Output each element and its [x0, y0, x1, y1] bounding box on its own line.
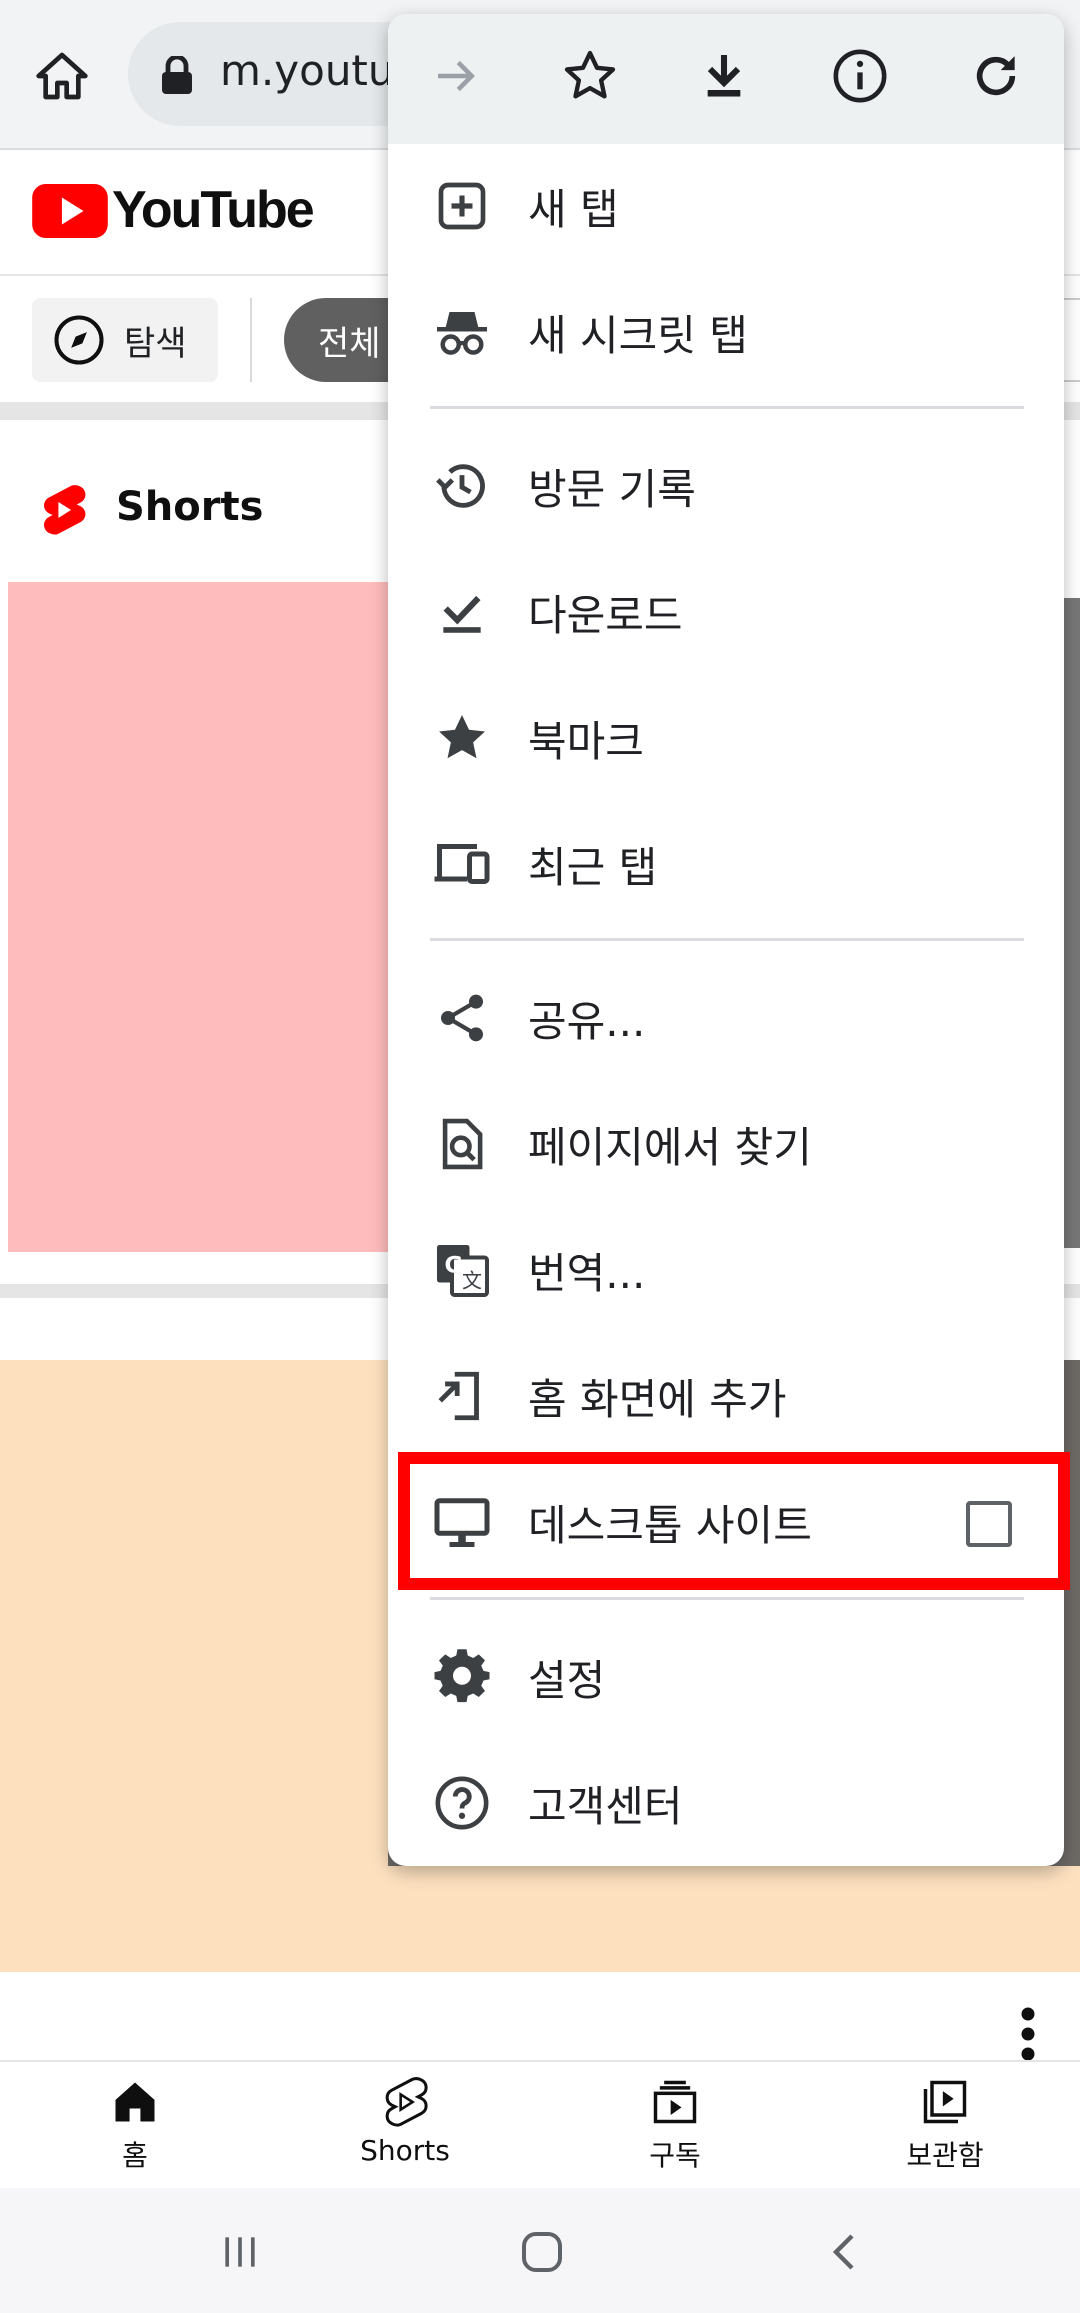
menu-label: 번역... — [528, 1248, 646, 1298]
youtube-logo-text[interactable]: YouTube — [112, 180, 315, 240]
menu-label: 북마크 — [528, 716, 644, 766]
menu-item-share[interactable]: 공유... — [388, 955, 1064, 1081]
svg-text:文: 文 — [462, 1269, 482, 1293]
bookmark-star-icon — [564, 50, 616, 99]
menu-label: 최근 탭 — [528, 842, 658, 892]
home-system-icon[interactable] — [518, 2228, 566, 2276]
menu-label: 새 시크릿 탭 — [528, 310, 748, 360]
nav-subscriptions-label: 구독 — [649, 2139, 701, 2172]
menu-label: 다운로드 — [528, 590, 683, 640]
menu-item-new-tab[interactable]: 새 탭 — [388, 143, 1064, 269]
home-icon — [115, 2082, 155, 2122]
bookmarks-icon — [439, 715, 485, 759]
share-icon — [441, 994, 483, 1042]
history-icon — [436, 464, 485, 508]
info-icon — [833, 49, 887, 103]
chip-divider — [250, 298, 252, 382]
help-icon — [435, 1776, 489, 1830]
menu-item-downloads[interactable]: 다운로드 — [388, 549, 1064, 675]
download-icon — [707, 55, 741, 97]
menu-label: 고객센터 — [528, 1781, 683, 1831]
back-icon[interactable] — [822, 2228, 870, 2276]
lock-icon — [162, 56, 192, 94]
menu-label: 새 탭 — [528, 184, 619, 234]
recent-tabs-icon — [434, 844, 490, 884]
incognito-icon — [437, 312, 487, 355]
find-in-page-icon — [442, 1118, 483, 1170]
compass-icon — [54, 315, 104, 365]
menu-label: 방문 기록 — [528, 464, 696, 514]
highlight-box — [398, 1452, 1070, 1590]
explore-chip[interactable]: 탐색 — [32, 298, 218, 382]
bookmark-page-button[interactable] — [558, 44, 622, 108]
short-thumbnail-partial[interactable] — [1062, 598, 1080, 1248]
home-icon — [36, 52, 88, 100]
explore-label: 탐색 — [124, 323, 187, 364]
subscriptions-icon — [653, 2080, 697, 2124]
nav-subscriptions[interactable]: 구독 — [575, 2076, 775, 2176]
menu-item-recent-tabs[interactable]: 최근 탭 — [388, 801, 1064, 927]
nav-shorts-label: Shorts — [360, 2134, 450, 2167]
menu-item-find-in-page[interactable]: 페이지에서 찾기 — [388, 1081, 1064, 1207]
nav-library-label: 보관함 — [906, 2139, 984, 2172]
shorts-logo-icon — [44, 485, 86, 535]
menu-divider — [430, 1597, 1024, 1600]
nav-shorts[interactable]: Shorts — [305, 2076, 505, 2176]
downloads-icon — [443, 595, 481, 633]
menu-label: 공유... — [528, 996, 646, 1046]
home-button[interactable] — [24, 38, 100, 114]
new-tab-icon — [438, 182, 486, 230]
shorts-shelf-title: Shorts — [116, 484, 264, 530]
page-info-button[interactable] — [828, 44, 892, 108]
svg-text:G: G — [445, 1253, 463, 1279]
menu-divider — [430, 938, 1024, 941]
menu-label: 홈 화면에 추가 — [528, 1374, 787, 1424]
menu-item-add-to-home[interactable]: 홈 화면에 추가 — [388, 1333, 1064, 1459]
short-thumbnail[interactable] — [8, 582, 388, 1252]
nav-home-label: 홈 — [122, 2139, 148, 2172]
nav-home[interactable]: 홈 — [35, 2076, 235, 2176]
settings-icon — [434, 1649, 490, 1703]
forward-button[interactable] — [424, 44, 488, 108]
menu-item-translate[interactable]: G文 번역... — [388, 1207, 1064, 1333]
download-page-button[interactable] — [692, 44, 756, 108]
menu-item-settings[interactable]: 설정 — [388, 1614, 1064, 1740]
translate-icon: G文 — [437, 1245, 489, 1297]
url-text[interactable]: m.youtu — [220, 46, 395, 95]
add-to-home-icon — [438, 1371, 479, 1421]
forward-icon — [438, 60, 475, 92]
recent-apps-icon[interactable] — [218, 2230, 262, 2274]
menu-divider — [430, 406, 1024, 409]
shorts-icon — [385, 2077, 428, 2127]
menu-label: 설정 — [528, 1655, 606, 1705]
menu-item-help[interactable]: 고객센터 — [388, 1740, 1064, 1866]
menu-label: 페이지에서 찾기 — [528, 1122, 812, 1172]
library-icon — [923, 2080, 967, 2124]
menu-item-bookmarks[interactable]: 북마크 — [388, 675, 1064, 801]
refresh-icon — [976, 56, 1016, 96]
nav-library[interactable]: 보관함 — [845, 2076, 1045, 2176]
menu-item-history[interactable]: 방문 기록 — [388, 423, 1064, 549]
youtube-logo-icon[interactable] — [32, 184, 108, 238]
menu-item-incognito[interactable]: 새 시크릿 탭 — [388, 269, 1064, 395]
more-options-icon[interactable] — [1014, 2004, 1042, 2064]
refresh-button[interactable] — [964, 44, 1028, 108]
